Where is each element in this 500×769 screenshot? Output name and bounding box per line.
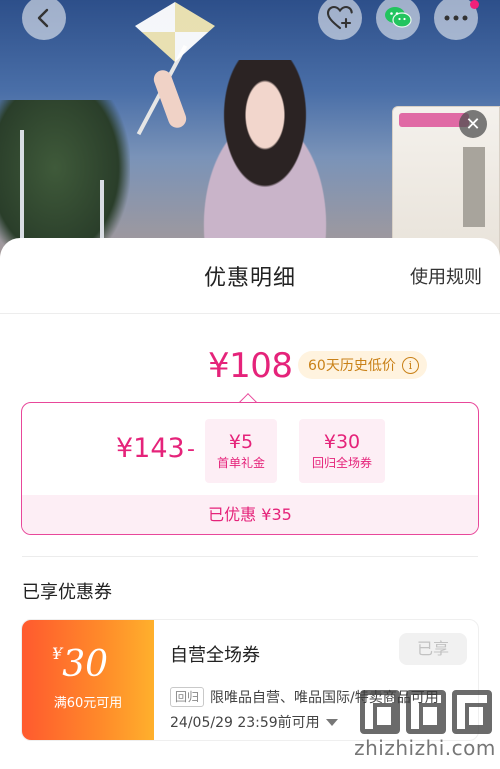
discount-chip-return-coupon: ¥30 回归全场券 bbox=[299, 419, 385, 483]
price-breakdown-row: ¥143 - ¥5 首单礼金 - ¥30 回归全场券 bbox=[22, 419, 478, 483]
price-breakdown-box: ¥143 - ¥5 首单礼金 - ¥30 回归全场券 已优惠 ¥35 bbox=[21, 402, 479, 535]
final-price: ¥108 bbox=[208, 346, 293, 386]
info-icon[interactable]: i bbox=[401, 356, 419, 374]
discount-detail-sheet: 优惠明细 使用规则 ¥108 60天历史低价 i ¥143 - ¥5 首单礼金 … bbox=[0, 238, 500, 769]
discount-amount: ¥30 bbox=[323, 431, 361, 453]
coupon-scallop-edge bbox=[150, 620, 158, 740]
coupon-expiry[interactable]: 24/05/29 23:59前可用 bbox=[170, 712, 338, 732]
total-saved-bar: 已优惠 ¥35 bbox=[22, 495, 478, 534]
minus-sign: - bbox=[187, 437, 195, 462]
usage-rules-link[interactable]: 使用规则 bbox=[410, 263, 482, 289]
float-close-button[interactable]: ✕ bbox=[459, 110, 487, 138]
discount-amount: ¥5 bbox=[228, 431, 254, 453]
original-price: ¥143 bbox=[116, 433, 185, 464]
coupon-name: 自营全场券 bbox=[170, 645, 260, 666]
more-dots-icon bbox=[444, 15, 468, 21]
chevron-down-icon bbox=[325, 718, 338, 726]
pinwheel bbox=[135, 2, 215, 62]
coupon-scope: 限唯品自营、唯品国际/特卖商品可用 bbox=[210, 690, 439, 706]
history-low-badge[interactable]: 60天历史低价 i bbox=[298, 351, 427, 379]
coupon-currency: ¥ bbox=[52, 644, 63, 663]
final-price-row: ¥108 60天历史低价 i bbox=[0, 346, 500, 390]
discount-chip-first-order: ¥5 首单礼金 bbox=[205, 419, 277, 483]
coupons-section-title: 已享优惠券 bbox=[22, 582, 112, 603]
coupon-status-button[interactable]: 已享 bbox=[399, 633, 467, 665]
discount-label: 回归全场券 bbox=[311, 456, 372, 470]
chevron-left-icon bbox=[37, 8, 49, 28]
coupon-expiry-text: 24/05/29 23:59前可用 bbox=[170, 715, 320, 731]
sheet-header: 优惠明细 使用规则 bbox=[0, 238, 500, 314]
coupon-card[interactable]: ¥30 满60元可用 自营全场券 已享 回归 限唯品自营、唯品国际/特卖商品可用… bbox=[21, 619, 479, 741]
discount-label: 首单礼金 bbox=[216, 456, 265, 470]
wechat-icon bbox=[385, 7, 412, 28]
history-low-label: 60天历史低价 bbox=[308, 358, 396, 374]
street-post bbox=[20, 130, 24, 250]
coupon-condition: 满60元可用 bbox=[53, 696, 123, 711]
video-panel bbox=[463, 147, 485, 227]
model-figure bbox=[170, 60, 360, 262]
heart-plus-icon bbox=[326, 5, 353, 30]
notification-dot bbox=[470, 0, 479, 9]
close-icon: ✕ bbox=[465, 113, 481, 135]
section-divider bbox=[22, 556, 478, 557]
coupon-amount: ¥30 bbox=[52, 644, 108, 685]
coupon-value-panel: ¥30 满60元可用 bbox=[22, 620, 158, 740]
coupon-scope-row: 回归 限唯品自营、唯品国际/特卖商品可用 bbox=[170, 686, 470, 708]
coupon-tag: 回归 bbox=[170, 687, 205, 707]
coupon-value: 30 bbox=[62, 644, 108, 685]
